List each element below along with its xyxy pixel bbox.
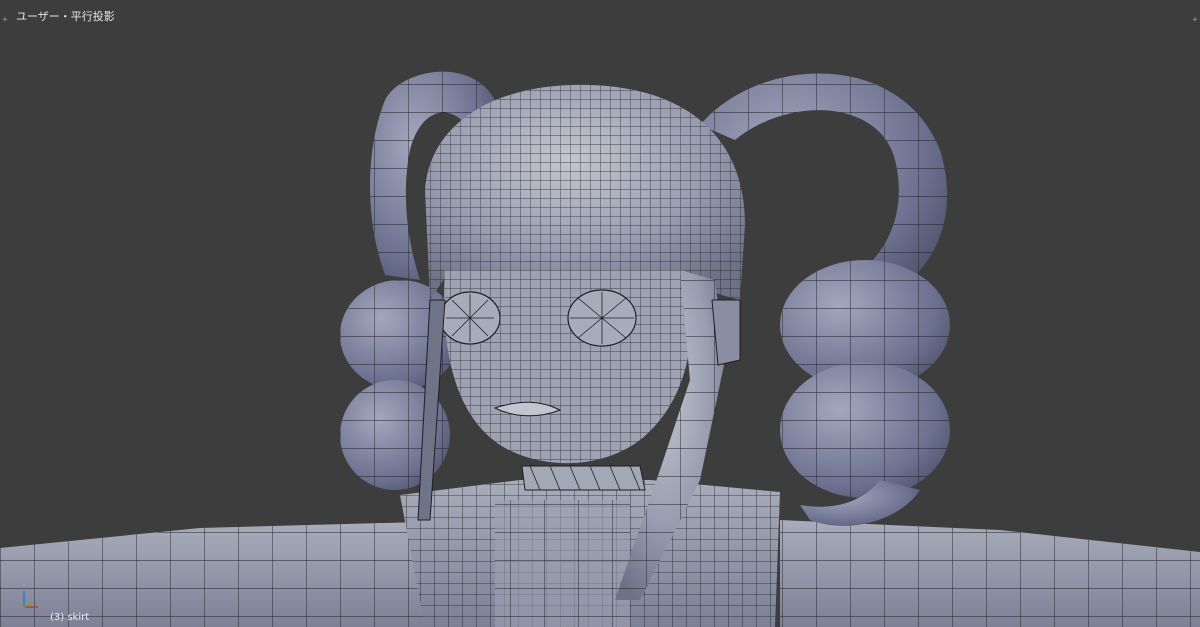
mesh-scene[interactable] <box>0 0 1200 627</box>
active-object-label: (3) skirt <box>50 612 90 623</box>
area-split-handle-top-left[interactable]: + <box>1 16 9 25</box>
torso[interactable] <box>400 480 780 627</box>
hair-cap[interactable] <box>425 84 745 300</box>
choker[interactable] <box>521 465 646 491</box>
right-arm[interactable] <box>780 520 1200 627</box>
area-split-handle-top-right[interactable]: + <box>1191 16 1199 25</box>
axes-gizmo-icon <box>23 591 38 608</box>
face[interactable] <box>439 270 692 464</box>
view-mode-label: ユーザー・平行投影 <box>16 10 115 23</box>
3d-viewport[interactable]: ユーザー・平行投影 + + (3) skirt <box>0 0 1200 627</box>
